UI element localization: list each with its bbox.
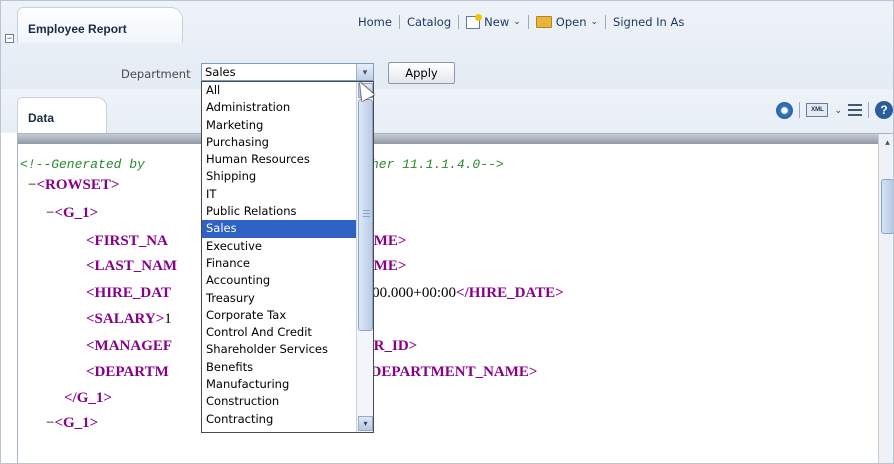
report-window: Employee Report − Home Catalog New ⌄ Ope… [0,0,894,464]
xml-hire-date-line: <HIRE_DAT [86,285,171,302]
scroll-up-icon[interactable]: ▴ [881,137,893,150]
catalog-link[interactable]: Catalog [400,15,460,29]
department-label: Department [121,67,191,81]
dropdown-option[interactable]: Manufacturing [202,376,357,393]
xml-tag: <G_1> [54,415,99,431]
scrollbar-thumb[interactable] [881,179,893,234]
report-content-panel: <!--Generated by her 11.1.1.4.0--> −<ROW… [17,133,893,463]
xml-hire-date-line-end: 00:00.000+00:00</HIRE_DATE> [353,285,564,302]
xml-manager-line: <MANAGEF [86,338,172,355]
dropdown-option[interactable]: Executive [202,238,357,255]
content-scrollbar[interactable]: ▴ [878,134,893,463]
report-toolbar: XML ⌄ ? [776,99,893,121]
collapse-prompts-button[interactable]: − [5,34,14,43]
help-icon[interactable]: ? [875,101,893,119]
xml-comment-end: her 11.1.1.4.0--> [371,157,504,172]
xml-tag: <MANAGEF [86,338,173,354]
new-document-icon [466,13,483,29]
dropdown-option[interactable]: Contracting [202,411,357,428]
toolbar-divider [868,102,869,118]
xml-tag: </G_1> [64,390,112,406]
xml-tag: </HIRE_DATE> [456,285,564,301]
xml-comment-line: <!--Generated by [20,156,145,173]
dropdown-option[interactable]: Human Resources [202,151,357,168]
department-dropdown-list[interactable]: All Administration Marketing Purchasing Huma… [201,81,374,433]
grip-icon [363,210,370,217]
dropdown-option[interactable]: Finance [202,255,357,272]
xml-department-line: <DEPARTM [86,364,169,381]
xml-tag: </DEPARTMENT_NAME> [357,364,538,380]
chevron-down-icon: ⌄ [513,17,521,27]
xml-rowset-line[interactable]: −<ROWSET> [28,177,119,194]
dropdown-option[interactable]: Accounting [202,272,357,289]
xml-tag: <FIRST_NA [86,233,168,249]
dropdown-option[interactable]: Shareholder Services [202,341,357,358]
folder-icon [535,16,552,28]
dropdown-option[interactable]: Sales [202,220,357,238]
xml-g1-line[interactable]: −<G_1> [46,205,98,222]
xml-g1-line-2[interactable]: −<G_1> [46,415,98,432]
page-title: Employee Report [28,22,127,36]
dropdown-option[interactable]: Administration [202,99,357,116]
xml-department-line-end: s</DEPARTMENT_NAME> [352,364,537,381]
dropdown-option[interactable]: Public Relations [202,203,357,220]
dropdown-option[interactable]: Treasury [202,290,357,307]
dropdown-option[interactable]: Control And Credit [202,324,357,341]
xml-tag: <SALARY> [86,311,165,327]
home-link[interactable]: Home [351,15,400,29]
report-title-tab[interactable]: Employee Report [17,7,183,43]
new-menu[interactable]: New ⌄ [459,13,529,29]
tab-strip [1,89,893,133]
tab-data-label: Data [28,111,55,125]
dropdown-option[interactable]: Corporate Tax [202,307,357,324]
open-menu-label: Open [555,15,587,29]
dropdown-option[interactable]: Shipping [202,168,357,185]
chevron-down-icon: ⌄ [590,17,599,27]
xml-salary-line: <SALARY>1 [86,311,172,328]
department-selected-value: Sales [205,65,236,79]
xml-value: 1 [164,311,172,327]
dropdown-scrollbar[interactable]: ▴ ▾ [356,82,373,432]
chevron-down-icon[interactable]: ⌄ [834,105,842,116]
department-options: All Administration Marketing Purchasing Huma… [202,82,357,428]
signed-in-as-menu[interactable]: Signed In As [606,15,691,29]
xml-tag: <ROWSET> [36,177,120,193]
dropdown-option[interactable]: All [202,82,357,99]
chevron-down-icon[interactable]: ▾ [356,64,373,80]
dropdown-option[interactable]: Construction [202,393,357,410]
global-nav: Home Catalog New ⌄ Open ⌄ Signed In As [351,13,691,31]
xml-first-name-line: <FIRST_NA [86,233,168,250]
dropdown-option[interactable]: Purchasing [202,134,357,151]
dropdown-option[interactable]: IT [202,186,357,203]
xml-tag: <HIRE_DAT [86,285,171,301]
tab-data[interactable]: Data [17,97,107,133]
xml-tag: <G_1> [54,205,99,221]
content-topbar [18,134,879,144]
xml-tag: <DEPARTM [86,364,169,380]
scroll-down-icon[interactable]: ▾ [358,416,373,431]
scrollbar-thumb[interactable] [358,99,373,331]
xml-g1-close-line: </G_1> [64,390,112,407]
menu-list-icon[interactable] [848,104,862,116]
new-menu-label: New [484,15,510,29]
refresh-icon[interactable] [776,101,794,119]
apply-button[interactable]: Apply [388,62,455,84]
xml-tag: <LAST_NAM [86,258,178,274]
dropdown-option[interactable]: Benefits [202,359,357,376]
xml-format-icon[interactable]: XML [806,103,829,117]
dropdown-option[interactable]: Marketing [202,117,357,134]
xml-comment-line-end: her 11.1.1.4.0--> [371,156,504,173]
xml-comment-start: <!--Generated by [20,157,145,172]
toolbar-divider [799,102,801,118]
xml-last-name-line: <LAST_NAM [86,258,177,275]
department-select[interactable]: Sales ▾ [201,63,374,81]
minus-icon: − [6,33,13,43]
open-menu[interactable]: Open ⌄ [529,15,607,29]
